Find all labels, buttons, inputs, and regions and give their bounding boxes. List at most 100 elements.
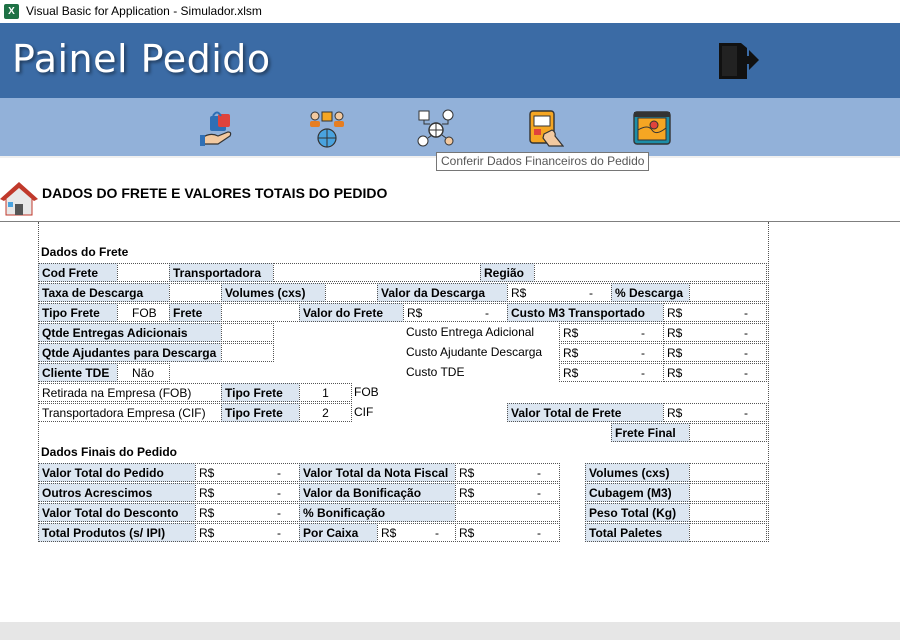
por-caixa-field-1[interactable]: R$ -: [377, 523, 456, 542]
custo-ajudante-field-2[interactable]: R$ -: [663, 343, 767, 362]
finais-header: Dados Finais do Pedido: [41, 445, 178, 459]
custo-tde-value-2: -: [744, 366, 748, 380]
valor-nota-fiscal-field[interactable]: R$ -: [455, 463, 560, 482]
taxa-descarga-label: Taxa de Descarga: [38, 283, 170, 302]
custo-entrega-value-2: -: [744, 326, 748, 340]
custo-tde-value-1: -: [641, 366, 645, 380]
valor-frete-field[interactable]: R$ -: [403, 303, 508, 322]
pct-descarga-field[interactable]: [689, 283, 767, 302]
exit-door-icon[interactable]: [713, 40, 761, 84]
outros-acrescimos-field[interactable]: R$ -: [195, 483, 300, 502]
cliente-tde-field[interactable]: Não: [117, 363, 170, 382]
total-paletes-field[interactable]: [689, 523, 767, 542]
peso-total-field[interactable]: [689, 503, 767, 522]
map-location-icon[interactable]: [632, 108, 672, 148]
custo-m3-label: Custo M3 Transportado: [507, 303, 664, 322]
total-produtos-field[interactable]: R$ -: [195, 523, 300, 542]
total-produtos-value: -: [277, 526, 281, 540]
custo-tde-label: Custo TDE: [406, 365, 465, 379]
currency-symbol: R$: [563, 366, 579, 380]
transp-code: CIF: [354, 405, 374, 419]
custo-m3-field[interactable]: R$ -: [663, 303, 767, 322]
valor-descarga-field[interactable]: R$ -: [507, 283, 612, 302]
valor-total-pedido-field[interactable]: R$ -: [195, 463, 300, 482]
transp-num: 2: [299, 403, 352, 422]
transportadora-field[interactable]: [273, 263, 481, 282]
window-titlebar: X Visual Basic for Application - Simulad…: [0, 0, 900, 23]
final-volumes-field[interactable]: [689, 463, 767, 482]
transportadora-label: Transportadora: [169, 263, 274, 282]
currency-symbol: R$: [667, 326, 683, 340]
currency-symbol: R$: [667, 406, 683, 420]
volumes-field[interactable]: [325, 283, 378, 302]
regiao-label: Região: [480, 263, 535, 282]
pct-bonificacao-field[interactable]: [455, 503, 560, 522]
taxa-descarga-field[interactable]: [169, 283, 222, 302]
currency-symbol: R$: [667, 346, 683, 360]
valor-total-frete-field[interactable]: R$ -: [663, 403, 767, 422]
frete-header: Dados do Frete: [41, 245, 129, 259]
cubagem-field[interactable]: [689, 483, 767, 502]
home-icon[interactable]: [0, 180, 38, 218]
qtde-entregas-field[interactable]: [221, 323, 274, 342]
pct-bonificacao-label: % Bonificação: [299, 503, 456, 522]
por-caixa-value-2: -: [537, 526, 541, 540]
valor-total-desconto-field[interactable]: R$ -: [195, 503, 300, 522]
section-title: DADOS DO FRETE E VALORES TOTAIS DO PEDID…: [42, 185, 388, 201]
currency-symbol: R$: [563, 346, 579, 360]
tipo-frete-field[interactable]: FOB: [117, 303, 170, 322]
cod-frete-field[interactable]: [117, 263, 170, 282]
outros-acrescimos-label: Outros Acrescimos: [38, 483, 196, 502]
currency-symbol: R$: [563, 326, 579, 340]
custo-tde-field-1[interactable]: R$ -: [559, 363, 664, 382]
qtde-entregas-label: Qtde Entregas Adicionais: [38, 323, 222, 342]
custo-entrega-value-1: -: [641, 326, 645, 340]
currency-symbol: R$: [459, 526, 475, 540]
currency-symbol: R$: [407, 306, 423, 320]
valor-total-desconto-label: Valor Total do Desconto: [38, 503, 196, 522]
custo-tde-field-2[interactable]: R$ -: [663, 363, 767, 382]
total-paletes-label: Total Paletes: [585, 523, 690, 542]
page-title: Painel Pedido: [12, 37, 271, 81]
valor-frete-value: -: [485, 306, 489, 320]
transp-tipo-label: Tipo Frete: [221, 403, 300, 422]
valor-total-frete-label: Valor Total de Frete: [507, 403, 664, 422]
regiao-field[interactable]: [534, 263, 767, 282]
frete-final-label: Frete Final: [611, 423, 690, 442]
por-caixa-field-2[interactable]: R$ -: [455, 523, 560, 542]
custo-entrega-field-2[interactable]: R$ -: [663, 323, 767, 342]
currency-symbol: R$: [459, 486, 475, 500]
custo-ajudante-value-2: -: [744, 346, 748, 360]
cubagem-label: Cubagem (M3): [585, 483, 690, 502]
toolbar-tooltip: Conferir Dados Financeiros do Pedido: [436, 152, 650, 171]
valor-total-pedido-label: Valor Total do Pedido: [38, 463, 196, 482]
qtde-ajudantes-label: Qtde Ajudantes para Descarga: [38, 343, 222, 362]
retirada-code: FOB: [354, 385, 379, 399]
currency-symbol: R$: [667, 366, 683, 380]
currency-symbol: R$: [381, 526, 397, 540]
por-caixa-value-1: -: [435, 526, 439, 540]
valor-descarga-value: -: [589, 286, 593, 300]
frete-field[interactable]: [221, 303, 300, 322]
valor-nota-fiscal-value: -: [537, 466, 541, 480]
window-title: Visual Basic for Application - Simulador…: [26, 4, 262, 18]
retirada-num: 1: [299, 383, 352, 402]
people-globe-icon[interactable]: [307, 108, 347, 148]
valor-bonificacao-value: -: [537, 486, 541, 500]
valor-bonificacao-field[interactable]: R$ -: [455, 483, 560, 502]
valor-frete-label: Valor do Frete: [299, 303, 404, 322]
currency-symbol: R$: [511, 286, 527, 300]
tablet-touch-icon[interactable]: [524, 108, 564, 148]
frete-final-field[interactable]: [689, 423, 767, 442]
valor-total-desconto-value: -: [277, 506, 281, 520]
qtde-ajudantes-field[interactable]: [221, 343, 274, 362]
shopping-bag-hand-icon[interactable]: [198, 108, 238, 148]
currency-symbol: R$: [199, 486, 215, 500]
panel-header: Painel Pedido: [0, 23, 900, 98]
bottom-area: [0, 622, 900, 640]
custo-ajudante-value-1: -: [641, 346, 645, 360]
custo-ajudante-field-1[interactable]: R$ -: [559, 343, 664, 362]
valor-total-frete-value: -: [744, 406, 748, 420]
financial-network-icon[interactable]: [416, 108, 456, 148]
custo-entrega-field-1[interactable]: R$ -: [559, 323, 664, 342]
